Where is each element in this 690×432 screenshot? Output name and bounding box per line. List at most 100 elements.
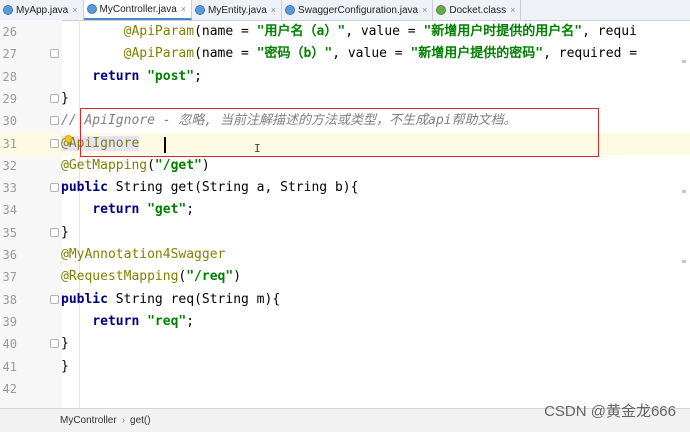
close-icon[interactable]: × [510,5,515,15]
code-token: String get(String a, String b){ [115,180,359,196]
code-token: @ApiParam [123,46,195,62]
editor-error-stripe[interactable] [682,40,686,340]
breadcrumb-method[interactable]: get() [130,415,151,426]
tab-myentity-java[interactable]: MyEntity.java × [192,0,283,20]
line-number: 27 [2,47,17,62]
csdn-watermark: CSDN @黄金龙666 [544,403,676,420]
close-icon[interactable]: × [72,5,77,15]
fold-marker-icon[interactable] [50,138,59,148]
tab-label: MyEntity.java [208,4,267,16]
code-token: "新增用户时提供的用户名" [423,24,583,39]
code-token: "新增用户提供的密码" [410,46,544,62]
code-line[interactable]: 35} [0,222,690,244]
close-icon[interactable]: × [181,4,186,14]
code-line[interactable]: 39 return "req"; [0,311,690,333]
line-number: 42 [2,381,17,396]
fold-marker-icon[interactable] [50,93,59,103]
code-line[interactable]: 33 public String get(String a, String b){ [0,177,690,199]
code-token: @RequestMapping [61,269,179,285]
code-line[interactable]: 41} [0,356,690,378]
code-token: return [92,202,148,218]
code-token: , value = [332,46,411,62]
code-line[interactable]: 37 @RequestMapping("/req") [0,266,690,288]
code-token: ) [201,157,210,173]
code-text: @MyAnnotation4Swagger [61,244,225,266]
code-text: @ApiParam(name = "密码（b）", value = "新增用户提… [61,43,645,65]
code-token: "/get" [154,157,202,173]
tab-myapp-java[interactable]: MyApp.java × [0,0,84,20]
code-token: ) [233,269,242,285]
tab-label: Docket.class [449,4,507,16]
code-line[interactable]: 38 public String req(String m){ [0,289,690,311]
stripe-mark[interactable] [682,260,686,263]
code-token: ; [186,313,195,329]
java-file-icon [195,5,206,15]
code-line[interactable]: 26 @ApiParam(name = "用户名（a）", value = "新… [0,21,690,43]
fold-marker-icon[interactable] [50,49,59,59]
code-token: @GetMapping [61,157,148,173]
code-token: (name = [194,24,257,39]
code-token: , required = [543,46,645,62]
java-file-icon [3,5,13,15]
code-token: } [61,336,69,352]
line-number: 41 [2,359,17,374]
code-line[interactable]: 32 @GetMapping("/get") [0,155,690,177]
code-line[interactable]: 29} [0,88,690,110]
code-token: ; [186,202,195,218]
code-line[interactable]: 27 @ApiParam(name = "密码（b）", value = "新增… [0,43,690,65]
line-number: 34 [2,203,17,218]
code-text: public String req(String m){ [61,289,280,311]
code-text: } [61,88,69,110]
code-token: String req(String m){ [115,291,281,307]
code-text: public String get(String a, String b){ [61,177,358,199]
lightbulb-icon[interactable] [64,135,73,146]
annotation-highlight-box [80,108,599,157]
code-token: ( [147,157,155,173]
code-token: "get" [147,202,187,218]
class-file-icon [436,5,447,15]
tab-mycontroller-java[interactable]: MyController.java × [83,0,193,20]
code-token: } [61,224,69,240]
line-number: 36 [2,248,17,262]
fold-marker-icon[interactable] [50,294,59,304]
code-text: } [61,222,69,244]
code-line[interactable]: 28 return "post"; [0,66,690,88]
line-number: 31 [2,136,17,151]
code-token: public [61,180,116,196]
code-line[interactable]: 42 [0,378,690,400]
code-line[interactable]: 36 @MyAnnotation4Swagger [0,244,690,266]
breadcrumb-class[interactable]: MyController [60,415,117,426]
code-token: , value = [345,24,424,39]
fold-marker-icon[interactable] [50,227,59,237]
code-token: , requi [582,24,637,39]
fold-marker-icon[interactable] [50,339,59,349]
code-token: } [61,358,69,374]
stripe-mark[interactable] [682,60,686,63]
code-text: } [61,356,69,378]
fold-marker-icon[interactable] [50,116,59,126]
line-number: 33 [2,181,17,196]
close-icon[interactable]: × [422,5,427,15]
close-icon[interactable]: × [271,5,276,15]
mouse-ibeam-icon: I [254,142,261,155]
code-line[interactable]: 40} [0,333,690,355]
line-number: 35 [2,225,17,240]
tab-label: MyApp.java [16,4,69,16]
code-token: "用户名（a）" [256,24,346,39]
code-line[interactable]: 34 return "get"; [0,199,690,221]
stripe-mark[interactable] [682,190,686,193]
fold-marker-icon[interactable] [50,183,59,193]
tab-label: SwaggerConfiguration.java [298,4,419,16]
text-cursor [164,137,166,153]
tab-docket-class[interactable]: Docket.class × [433,0,522,20]
line-number: 40 [2,337,17,352]
tab-label: MyController.java [99,3,177,15]
code-token: ; [194,68,202,84]
line-number: 28 [2,69,17,84]
code-token: public [61,291,116,307]
editor-tab-bar: MyApp.java × MyController.java × MyEntity.ja… [0,0,690,21]
line-number: 30 [2,114,17,129]
tab-swaggerconfiguration-java[interactable]: SwaggerConfiguration.java × [282,0,434,20]
code-token: } [61,90,69,106]
code-token: "req" [147,313,187,329]
